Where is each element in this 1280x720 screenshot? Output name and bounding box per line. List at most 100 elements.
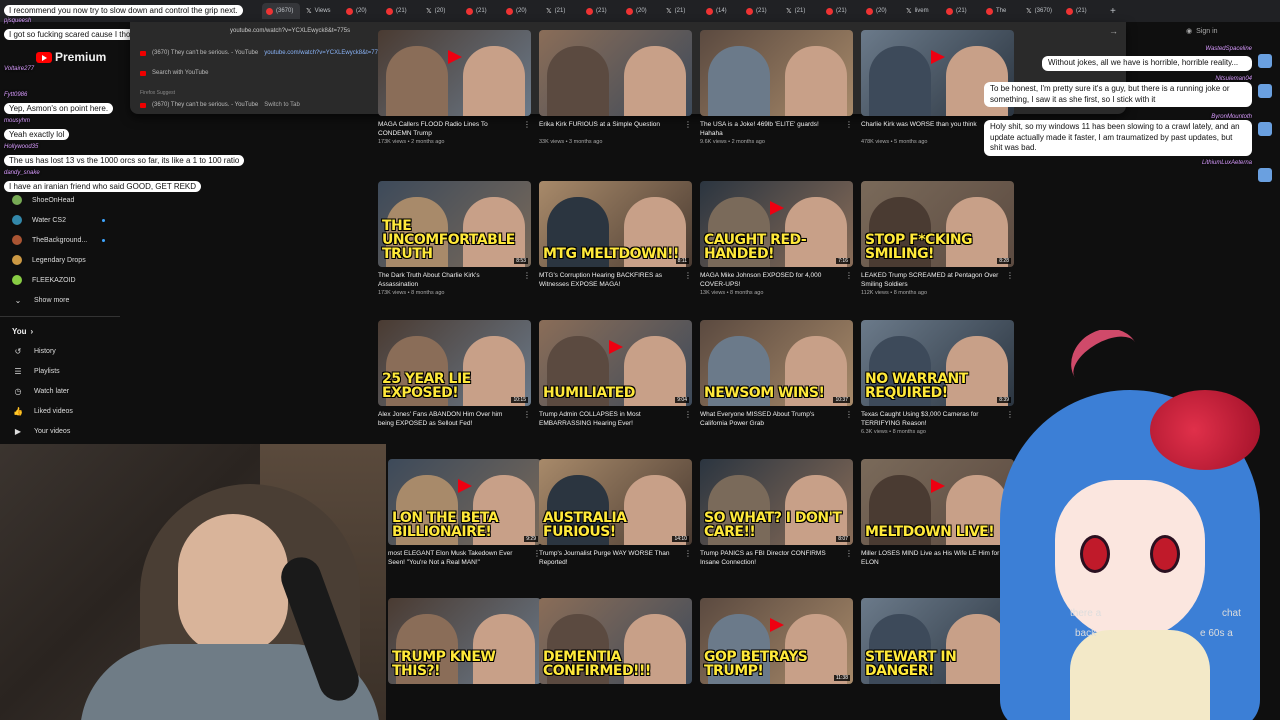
- video-thumbnail[interactable]: NEWSOM WINS! 10:37: [700, 320, 853, 406]
- tab-label: (21): [1076, 8, 1087, 14]
- sign-in-button[interactable]: ◉ Sign in: [1186, 27, 1218, 36]
- sidebar-item-your-videos[interactable]: ▶ Your videos: [0, 421, 125, 441]
- browser-tab[interactable]: (21): [822, 3, 860, 19]
- youtube-logo[interactable]: Premium: [36, 50, 106, 64]
- browser-tab[interactable]: (20): [622, 3, 660, 19]
- search-with-youtube-row[interactable]: Search with YouTube: [140, 70, 208, 76]
- video-title[interactable]: The Dark Truth About Charlie Kirk's Assa…: [378, 271, 518, 289]
- video-title[interactable]: What Everyone MISSED About Trump's Calif…: [700, 410, 840, 428]
- more-options-icon[interactable]: ⋮: [845, 120, 853, 129]
- video-meta: 33K views • 3 months ago: [539, 139, 603, 145]
- more-options-icon[interactable]: ⋮: [845, 410, 853, 419]
- suggestion-row[interactable]: (3670) They can't be serious. - YouTube …: [140, 50, 384, 56]
- overlay-text-4: e 60s a: [1200, 628, 1233, 639]
- more-options-icon[interactable]: ⋮: [845, 549, 853, 558]
- browser-tab[interactable]: 𝕏 (21): [662, 3, 700, 19]
- browser-tab[interactable]: (21): [742, 3, 780, 19]
- go-arrow-icon[interactable]: →: [1109, 26, 1118, 36]
- browser-tab[interactable]: 𝕏 (3670): [1022, 3, 1060, 19]
- subscription-label: TheBackground...: [32, 236, 88, 244]
- sidebar-item-history[interactable]: ↺ History: [0, 341, 125, 361]
- video-thumbnail[interactable]: AUSTRALIA FURIOUS! 14:10: [539, 459, 692, 545]
- switch-to-tab-row[interactable]: (3670) They can't be serious. - YouTube …: [140, 102, 300, 108]
- video-thumbnail[interactable]: [700, 30, 853, 116]
- thumbnail-caption: MTG MELTDOWN!!: [543, 246, 679, 262]
- channel-avatar: [12, 235, 22, 245]
- browser-tab[interactable]: (20): [862, 3, 900, 19]
- tab-label: (3670): [276, 8, 294, 14]
- browser-tab[interactable]: 𝕏 (20): [422, 3, 460, 19]
- video-title[interactable]: The USA is a Joke! 469lb 'ELITE' guards!…: [700, 120, 840, 138]
- chat-username: Voltaire277: [4, 66, 35, 72]
- video-title[interactable]: Alex Jones' Fans ABANDON Him Over him be…: [378, 410, 518, 428]
- video-thumbnail[interactable]: [378, 30, 531, 116]
- browser-tab[interactable]: 𝕏 Views: [302, 3, 340, 19]
- video-title[interactable]: Charlie Kirk was WORSE than you think: [861, 120, 1001, 129]
- more-options-icon[interactable]: ⋮: [523, 120, 531, 129]
- video-thumbnail[interactable]: SO WHAT? I DON'T CARE!! 8:07: [700, 459, 853, 545]
- browser-tab[interactable]: (3670): [262, 3, 300, 19]
- video-title[interactable]: LEAKED Trump SCREAMED at Pentagon Over S…: [861, 271, 1001, 289]
- browser-tab[interactable]: (21): [942, 3, 980, 19]
- suggestion-title: (3670) They can't be serious. - YouTube: [152, 102, 259, 108]
- video-thumbnail[interactable]: MTG MELTDOWN!! 8:11: [539, 181, 692, 267]
- show-more-button[interactable]: ⌄ Show more: [0, 290, 125, 310]
- browser-tab[interactable]: (21): [582, 3, 620, 19]
- more-options-icon[interactable]: ⋮: [684, 120, 692, 129]
- browser-tab[interactable]: 𝕏 (21): [542, 3, 580, 19]
- sidebar-item-watch-later[interactable]: ◷ Watch later: [0, 381, 125, 401]
- sidebar-subscription[interactable]: FLEEKAZOID: [0, 270, 125, 290]
- more-options-icon[interactable]: ⋮: [684, 549, 692, 558]
- video-thumbnail[interactable]: [539, 30, 692, 116]
- more-options-icon[interactable]: ⋮: [523, 410, 531, 419]
- video-thumbnail[interactable]: GOP BETRAYS TRUMP! 11:38: [700, 598, 853, 684]
- video-thumbnail[interactable]: STOP F*CKING SMILING! 8:28: [861, 181, 1014, 267]
- browser-tab[interactable]: 𝕏 (21): [782, 3, 820, 19]
- more-options-icon[interactable]: ⋮: [1006, 271, 1014, 280]
- thumbnail-person: [463, 46, 525, 116]
- video-title[interactable]: MAGA Callers FLOOD Radio Lines To CONDEM…: [378, 120, 518, 138]
- thumbnail-caption: HUMILIATED: [543, 385, 635, 401]
- video-title[interactable]: Trump PANICS as FBI Director CONFIRMS In…: [700, 549, 840, 567]
- sidebar-subscription[interactable]: Water CS2: [0, 210, 125, 230]
- more-options-icon[interactable]: ⋮: [684, 271, 692, 280]
- video-title[interactable]: Trump's Journalist Purge WAY WORSE Than …: [539, 549, 679, 567]
- sidebar-subscription[interactable]: TheBackground...: [0, 230, 125, 250]
- browser-tab[interactable]: 𝕏livem: [902, 3, 940, 19]
- switch-to-tab-label[interactable]: Switch to Tab: [264, 102, 300, 108]
- sidebar-item-playlists[interactable]: ☰ Playlists: [0, 361, 125, 381]
- browser-tab[interactable]: (21): [1062, 3, 1100, 19]
- address-bar-url[interactable]: youtube.com/watch?v=YCXLEwyck8&t=775s: [230, 28, 350, 34]
- browser-tab[interactable]: (14): [702, 3, 740, 19]
- new-tab-icon[interactable]: +: [1110, 6, 1116, 17]
- video-thumbnail[interactable]: HUMILIATED 9:04: [539, 320, 692, 406]
- browser-tab[interactable]: (20): [342, 3, 380, 19]
- sidebar-item-liked-videos[interactable]: 👍 Liked videos: [0, 401, 125, 421]
- browser-tab[interactable]: (21): [382, 3, 420, 19]
- video-thumbnail[interactable]: CAUGHT RED-HANDED! 7:16: [700, 181, 853, 267]
- video-title[interactable]: MTG's Corruption Hearing BACKFIRES as Wi…: [539, 271, 679, 289]
- browser-tab[interactable]: (21): [462, 3, 500, 19]
- sidebar-subscription[interactable]: ShoeOnHead: [0, 190, 125, 210]
- video-duration: 10:15: [511, 397, 528, 403]
- overlay-text-3: chat: [1222, 608, 1241, 619]
- video-thumbnail[interactable]: DEMENTIA CONFIRMED!!!: [539, 598, 692, 684]
- chat-message: Nitsuleman04 To be honest, I'm pretty sur…: [984, 76, 1252, 107]
- video-thumbnail[interactable]: THE UNCOMFORTABLE TRUTH 8:53: [378, 181, 531, 267]
- more-options-icon[interactable]: ⋮: [845, 271, 853, 280]
- sidebar-subscription[interactable]: Legendary Drops: [0, 250, 125, 270]
- video-title[interactable]: Trump Admin COLLAPSES in Most EMBARRASSI…: [539, 410, 679, 428]
- video-thumbnail[interactable]: 25 YEAR LIE EXPOSED! 10:15: [378, 320, 531, 406]
- more-options-icon[interactable]: ⋮: [523, 271, 531, 280]
- chat-username: Hollywood35: [4, 144, 39, 150]
- browser-tab[interactable]: (20): [502, 3, 540, 19]
- video-thumbnail[interactable]: LON THE BETA BILLIONAIRE! 9:29: [388, 459, 541, 545]
- video-thumbnail[interactable]: TRUMP KNEW THIS?!: [388, 598, 541, 684]
- you-section-header[interactable]: You ›: [0, 321, 125, 341]
- browser-tab[interactable]: The: [982, 3, 1020, 19]
- video-title[interactable]: most ELEGANT Elon Musk Takedown Ever See…: [388, 549, 528, 567]
- tab-label: (21): [836, 8, 847, 14]
- more-options-icon[interactable]: ⋮: [684, 410, 692, 419]
- video-title[interactable]: Erika Kirk FURIOUS at a Simple Question: [539, 120, 679, 129]
- video-title[interactable]: MAGA Mike Johnson EXPOSED for 4,000 COVE…: [700, 271, 840, 289]
